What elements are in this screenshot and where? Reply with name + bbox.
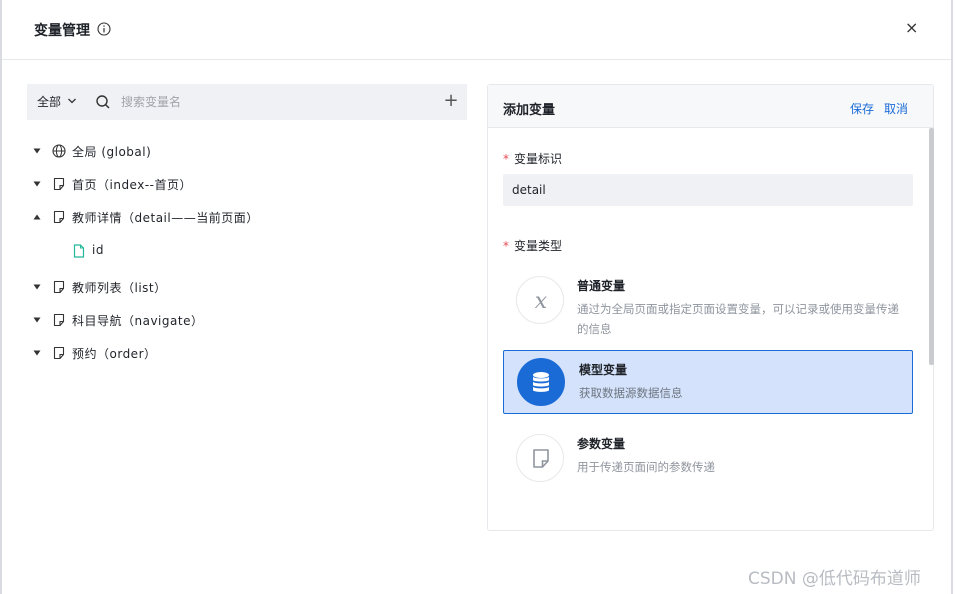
variable-type-name: 模型变量 [579, 363, 628, 377]
variable-toolbar: 全部 + [27, 84, 467, 120]
caret-down-icon[interactable] [33, 350, 41, 356]
page-icon [53, 313, 65, 327]
page-icon [516, 434, 564, 482]
page-icon [53, 346, 65, 360]
close-button[interactable]: × [905, 20, 919, 36]
file-icon [73, 244, 85, 258]
tree-node-id[interactable]: id [27, 240, 467, 264]
search-icon [96, 95, 110, 109]
tree-node-list[interactable]: 教师列表（list） [27, 276, 467, 300]
variable-type-desc: 获取数据源数据信息 [579, 386, 683, 400]
variable-type-param[interactable]: 参数变量 用于传递页面间的参数传递 [503, 427, 913, 491]
watermark: CSDN @低代码布道师 [748, 569, 921, 589]
cancel-button[interactable]: 取消 [884, 100, 908, 117]
tree-node-navigate[interactable]: 科目导航（navigate） [27, 309, 467, 333]
variable-type-name: 普通变量 [577, 279, 626, 293]
dialog-title: 变量管理 [34, 23, 90, 39]
variable-type-name: 参数变量 [577, 437, 626, 451]
required-mark: * [503, 239, 509, 253]
dialog-edge [951, 0, 953, 594]
variable-type-desc: 通过为全局页面或指定页面设置变量，可以记录或使用变量传递的信息 [577, 302, 899, 336]
scope-select[interactable]: 全部 [37, 93, 61, 110]
caret-down-icon[interactable] [33, 181, 41, 187]
panel-title: 添加变量 [503, 103, 556, 118]
tree-node-label: 教师详情（detail——当前页面） [72, 211, 259, 225]
variable-type-model[interactable]: 模型变量 获取数据源数据信息 [503, 350, 913, 414]
page-icon [53, 280, 65, 294]
caret-down-icon[interactable] [33, 317, 41, 323]
save-button[interactable]: 保存 [850, 100, 874, 117]
panel-scrollbar[interactable] [929, 128, 934, 365]
dialog-edge [0, 0, 2, 594]
caret-up-icon[interactable] [33, 214, 41, 220]
tree-node-label: 科目导航（navigate） [72, 314, 204, 328]
globe-icon [52, 144, 66, 158]
variable-id-input[interactable] [503, 174, 913, 206]
caret-down-icon[interactable] [33, 284, 41, 290]
tree-node-label: 预约（order） [72, 347, 157, 361]
page-icon [53, 177, 65, 191]
tree-node-global[interactable]: 全局 (global) [27, 140, 467, 164]
info-icon[interactable] [97, 22, 111, 36]
tree-node-index[interactable]: 首页（index--首页） [27, 173, 467, 197]
dialog-header: 变量管理 × [2, 0, 951, 60]
database-icon [517, 358, 565, 406]
page-icon [53, 210, 65, 224]
search-input[interactable] [121, 91, 421, 113]
variable-type-normal[interactable]: x 普通变量 通过为全局页面或指定页面设置变量，可以记录或使用变量传递的信息 [503, 269, 913, 336]
tree-node-order[interactable]: 预约（order） [27, 342, 467, 366]
add-variable-panel: 添加变量 保存 取消 *变量标识 *变量类型 x 普通变量 通过为全局页面或指定… [487, 84, 934, 531]
chevron-down-icon[interactable] [67, 97, 77, 105]
variable-manager-dialog: 变量管理 × 全部 + 全局 (global) [0, 0, 955, 594]
svg-text:x: x [535, 289, 548, 314]
tree-node-label: 首页（index--首页） [72, 178, 192, 192]
tree-node-label: id [92, 243, 104, 257]
panel-header: 添加变量 保存 取消 [488, 85, 933, 128]
tree-node-label: 教师列表（list） [72, 281, 167, 295]
required-mark: * [503, 152, 509, 166]
variable-type-desc: 用于传递页面间的参数传递 [577, 460, 715, 474]
variable-id-label: * 变量标识 [503, 152, 563, 166]
tree-node-label: 全局 (global) [72, 145, 152, 159]
tree-node-detail[interactable]: 教师详情（detail——当前页面） [27, 206, 467, 230]
add-variable-button[interactable]: + [443, 91, 459, 111]
variable-type-label: * 变量类型 [503, 239, 563, 253]
caret-down-icon[interactable] [33, 148, 41, 154]
variable-x-icon: x [516, 276, 564, 324]
